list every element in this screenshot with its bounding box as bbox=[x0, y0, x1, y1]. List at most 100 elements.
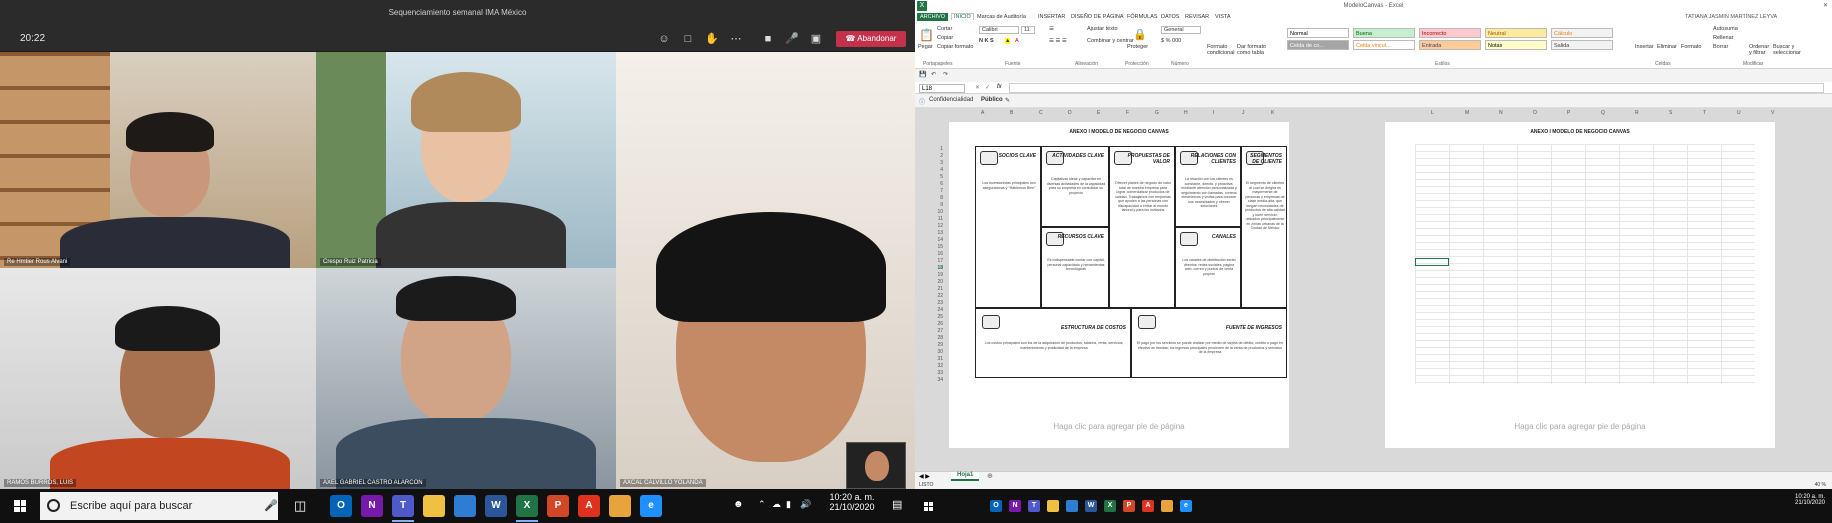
user-name[interactable]: TATIANA JASMIN MARTÍNEZ LEYVA bbox=[1685, 14, 1777, 20]
add-sheet-icon[interactable]: ⊕ bbox=[987, 472, 993, 480]
row-header[interactable]: 7 bbox=[933, 188, 943, 194]
column-header[interactable]: B bbox=[1010, 110, 1013, 116]
row-header[interactable]: 17 bbox=[933, 258, 943, 264]
windows-start-icon-right[interactable] bbox=[924, 502, 933, 511]
canvas-fuente-ingresos[interactable]: FUENTE DE INGRESOS El pago por los servi… bbox=[1131, 308, 1287, 378]
column-header[interactable]: R bbox=[1635, 110, 1639, 116]
edit-pencil-icon[interactable]: ✎ bbox=[1005, 97, 1010, 104]
paint-icon[interactable] bbox=[454, 495, 476, 517]
insert-function-button[interactable]: fx bbox=[997, 84, 1002, 90]
acrobat-icon-right[interactable]: A bbox=[1142, 500, 1154, 512]
column-header[interactable]: N bbox=[1499, 110, 1503, 116]
word-icon-right[interactable]: W bbox=[1085, 500, 1097, 512]
column-header[interactable]: E bbox=[1097, 110, 1100, 116]
column-header[interactable]: F bbox=[1126, 110, 1129, 116]
chat-icon[interactable]: □ bbox=[680, 32, 696, 46]
row-header[interactable]: 18 bbox=[933, 265, 943, 271]
row-header[interactable]: 8 bbox=[933, 195, 943, 201]
selected-cell-l18[interactable] bbox=[1415, 258, 1449, 266]
powerpoint-icon-right[interactable]: P bbox=[1123, 500, 1135, 512]
chrome-icon[interactable] bbox=[609, 495, 631, 517]
column-header[interactable]: I bbox=[1213, 110, 1214, 116]
taskbar-clock[interactable]: 10:20 a. m. 21/10/2020 bbox=[822, 492, 882, 512]
column-header[interactable]: H bbox=[1184, 110, 1188, 116]
volume-icon[interactable]: 🔊 bbox=[800, 499, 811, 510]
row-header[interactable]: 22 bbox=[933, 293, 943, 299]
taskbar-search[interactable]: Escribe aquí para buscar bbox=[40, 492, 278, 520]
onedrive-icon[interactable]: ☁ bbox=[772, 499, 781, 510]
camera-icon[interactable]: ■ bbox=[760, 32, 776, 46]
column-header[interactable]: J bbox=[1242, 110, 1245, 116]
column-header[interactable]: P bbox=[1567, 110, 1570, 116]
sheet-tab-hoja1[interactable]: Hoja1 bbox=[951, 472, 980, 481]
raise-hand-icon[interactable]: ✋ bbox=[704, 32, 720, 46]
enter-icon[interactable]: ✓ bbox=[985, 84, 990, 91]
canvas-segmentos-cliente[interactable]: SEGMENTOS DE CLIENTE El segmento de clie… bbox=[1241, 146, 1287, 308]
tab-inicio[interactable]: INICIO bbox=[951, 13, 974, 20]
row-header[interactable]: 34 bbox=[933, 377, 943, 383]
insert-cells-button[interactable]: Insertar bbox=[1635, 44, 1654, 50]
wrap-text-button[interactable]: Ajustar texto bbox=[1087, 26, 1118, 32]
tab-archivo[interactable]: ARCHIVO bbox=[917, 13, 949, 21]
mic-icon[interactable]: 🎤 bbox=[264, 499, 278, 512]
cell-style-celda-comprobacion[interactable]: Celda de co... bbox=[1287, 40, 1349, 50]
participant-tile-5[interactable]: AXCAL CALVILLO YOLANDA bbox=[616, 52, 915, 489]
tab-datos[interactable]: DATOS bbox=[1161, 14, 1179, 20]
cell-style-incorrecto[interactable]: Incorrecto bbox=[1419, 28, 1481, 38]
row-header[interactable]: 30 bbox=[933, 349, 943, 355]
participant-tile-4[interactable]: AXEL GABRIEL CASTRO ALARCON bbox=[316, 268, 616, 489]
footer-placeholder-2[interactable]: Haga clic para agregar pie de página bbox=[1385, 422, 1775, 431]
more-options-icon[interactable]: ⋯ bbox=[728, 32, 744, 46]
row-header[interactable]: 33 bbox=[933, 370, 943, 376]
row-header[interactable]: 25 bbox=[933, 314, 943, 320]
row-header[interactable]: 9 bbox=[933, 202, 943, 208]
cell-style-celda-vinculada[interactable]: Celda vincul... bbox=[1353, 40, 1415, 50]
word-icon[interactable]: W bbox=[485, 495, 507, 517]
canvas-estructura-costos[interactable]: ESTRUCTURA DE COSTOS Los costos principa… bbox=[975, 308, 1131, 378]
share-screen-icon[interactable]: ▣ bbox=[808, 32, 824, 46]
fill-button[interactable]: Rellenar bbox=[1713, 35, 1733, 41]
file-explorer-icon-right[interactable] bbox=[1047, 500, 1059, 512]
name-box[interactable]: L18 bbox=[919, 84, 965, 93]
delete-cells-button[interactable]: Eliminar bbox=[1657, 44, 1677, 50]
cancel-icon[interactable]: ✕ bbox=[975, 84, 980, 91]
tab-revisar[interactable]: REVISAR bbox=[1185, 14, 1209, 20]
cell-style-buena[interactable]: Buena bbox=[1353, 28, 1415, 38]
column-header[interactable]: T bbox=[1703, 110, 1706, 116]
row-header[interactable]: 28 bbox=[933, 335, 943, 341]
clear-button[interactable]: Borrar bbox=[1713, 44, 1728, 50]
font-size-select[interactable]: 11 bbox=[1021, 26, 1035, 34]
mic-muted-icon[interactable]: 🎤 bbox=[784, 32, 800, 46]
column-header[interactable]: K bbox=[1271, 110, 1274, 116]
tab-insertar[interactable]: INSERTAR bbox=[1038, 14, 1065, 20]
row-header[interactable]: 15 bbox=[933, 244, 943, 250]
footer-placeholder-1[interactable]: Haga clic para agregar pie de página bbox=[949, 422, 1289, 431]
powerpoint-icon[interactable]: P bbox=[547, 495, 569, 517]
battery-icon[interactable]: ▮ bbox=[786, 499, 791, 510]
cell-style-normal[interactable]: Normal bbox=[1287, 28, 1349, 38]
participants-icon[interactable]: ☺ bbox=[656, 32, 672, 46]
row-header[interactable]: 23 bbox=[933, 300, 943, 306]
font-name-select[interactable]: Calibri bbox=[979, 26, 1019, 34]
sensitivity-value[interactable]: Público bbox=[981, 97, 1003, 103]
row-header[interactable]: 13 bbox=[933, 230, 943, 236]
column-header[interactable]: V bbox=[1771, 110, 1774, 116]
row-header[interactable]: 1 bbox=[933, 146, 943, 152]
row-header[interactable]: 3 bbox=[933, 160, 943, 166]
notifications-icon[interactable]: ▤ bbox=[892, 498, 902, 511]
file-explorer-icon[interactable] bbox=[423, 495, 445, 517]
teams-icon-right[interactable]: T bbox=[1028, 500, 1040, 512]
formula-input[interactable] bbox=[1009, 83, 1824, 93]
print-page-1[interactable]: ANEXO I MODELO DE NEGOCIO CANVAS SOCIOS … bbox=[949, 122, 1289, 448]
row-header[interactable]: 11 bbox=[933, 216, 943, 222]
save-icon[interactable]: 💾 bbox=[919, 71, 926, 78]
font-color-button[interactable]: A bbox=[1015, 38, 1019, 44]
row-header[interactable]: 6 bbox=[933, 181, 943, 187]
bold-button[interactable]: N K S bbox=[979, 38, 994, 44]
window-close-icon[interactable]: ✕ bbox=[1823, 0, 1828, 12]
format-as-table-button[interactable]: Dar formato como tabla bbox=[1237, 44, 1269, 56]
column-header[interactable]: U bbox=[1737, 110, 1741, 116]
column-header[interactable]: D bbox=[1068, 110, 1072, 116]
participant-tile-1[interactable]: Re Hmtier Rous Alvani bbox=[0, 52, 316, 268]
column-header[interactable]: A bbox=[981, 110, 984, 116]
